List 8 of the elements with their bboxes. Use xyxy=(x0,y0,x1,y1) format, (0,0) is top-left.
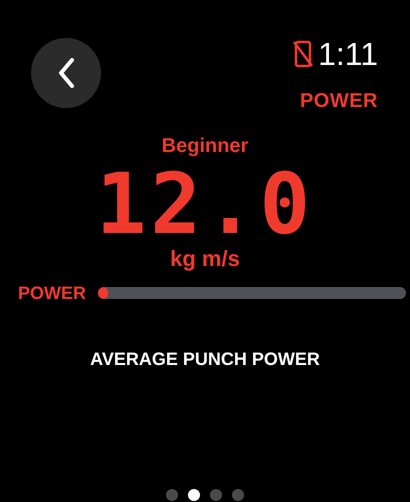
clock-time: 1:11 xyxy=(318,38,378,70)
screen-title: POWER xyxy=(300,89,378,114)
unit-label: kg m/s xyxy=(170,248,240,270)
caption: AVERAGE PUNCH POWER xyxy=(90,350,320,368)
meter-label: POWER xyxy=(18,284,86,302)
level-label: Beginner xyxy=(162,136,248,156)
power-value: 12.0 xyxy=(96,162,314,246)
back-icon xyxy=(58,58,74,88)
